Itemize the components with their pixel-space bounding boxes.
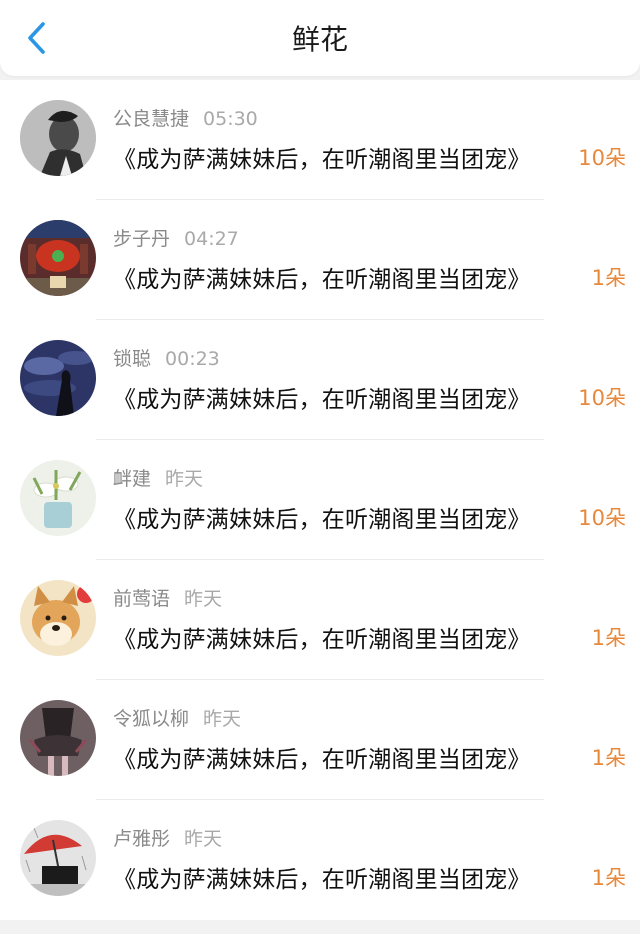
list-item[interactable]: 衅建 昨天 《成为萨满妹妹后，在听潮阁里当团宠》 10朵 xyxy=(0,440,640,560)
sender-meta: 步子丹 04:27 xyxy=(113,224,239,251)
avatar-red-umbrella-icon[interactable] xyxy=(20,820,96,896)
app-screen: 鲜花 公良慧捷 05:30 《成为萨满妹妹后，在听潮阁里当团宠》 10朵 步子丹… xyxy=(0,0,640,934)
sender-meta: 锁聪 00:23 xyxy=(113,344,220,371)
sender-name: 锁聪 xyxy=(113,348,152,370)
send-time: 04:27 xyxy=(184,228,239,250)
avatar-man-portrait-icon[interactable] xyxy=(20,100,96,176)
flower-count: 10朵 xyxy=(578,146,626,170)
flower-record-list: 公良慧捷 05:30 《成为萨满妹妹后，在听潮阁里当团宠》 10朵 步子丹 04… xyxy=(0,80,640,920)
sender-meta: 卢雅彤 昨天 xyxy=(113,824,222,851)
list-item[interactable]: 卢雅彤 昨天 《成为萨满妹妹后，在听潮阁里当团宠》 1朵 xyxy=(0,800,640,920)
list-item[interactable]: 锁聪 00:23 《成为萨满妹妹后，在听潮阁里当团宠》 10朵 xyxy=(0,320,640,440)
list-item[interactable]: 步子丹 04:27 《成为萨满妹妹后，在听潮阁里当团宠》 1朵 xyxy=(0,200,640,320)
flower-count: 10朵 xyxy=(578,506,626,530)
sender-name: 令狐以柳 xyxy=(113,708,190,730)
sender-name: 步子丹 xyxy=(113,228,171,250)
send-time: 昨天 xyxy=(165,468,204,490)
avatar-shiba-dog-icon[interactable] xyxy=(20,580,96,656)
sender-name: 前莺语 xyxy=(113,588,171,610)
send-time: 昨天 xyxy=(203,708,242,730)
top-nav-bar: 鲜花 xyxy=(0,0,640,76)
avatar-dark-figure-icon[interactable] xyxy=(20,700,96,776)
list-item[interactable]: 令狐以柳 昨天 《成为萨满妹妹后，在听潮阁里当团宠》 1朵 xyxy=(0,680,640,800)
list-item[interactable]: 前莺语 昨天 《成为萨满妹妹后，在听潮阁里当团宠》 1朵 xyxy=(0,560,640,680)
book-title: 《成为萨满妹妹后，在听潮阁里当团宠》 xyxy=(113,867,531,893)
book-title: 《成为萨满妹妹后，在听潮阁里当团宠》 xyxy=(113,747,531,773)
book-title: 《成为萨满妹妹后，在听潮阁里当团宠》 xyxy=(113,387,531,413)
send-time: 昨天 xyxy=(184,828,223,850)
send-time: 00:23 xyxy=(165,348,220,370)
sender-name: 卢雅彤 xyxy=(113,828,171,850)
sender-meta: 衅建 昨天 xyxy=(113,464,203,491)
avatar-red-lantern-icon[interactable] xyxy=(20,220,96,296)
sender-meta: 公良慧捷 05:30 xyxy=(113,104,258,131)
flower-count: 1朵 xyxy=(591,746,626,770)
book-title: 《成为萨满妹妹后，在听潮阁里当团宠》 xyxy=(113,507,531,533)
send-time: 05:30 xyxy=(203,108,258,130)
list-item[interactable]: 公良慧捷 05:30 《成为萨满妹妹后，在听潮阁里当团宠》 10朵 xyxy=(0,80,640,200)
sender-name: 衅建 xyxy=(113,468,152,490)
book-title: 《成为萨满妹妹后，在听潮阁里当团宠》 xyxy=(113,147,531,173)
flower-count: 1朵 xyxy=(591,266,626,290)
sender-meta: 前莺语 昨天 xyxy=(113,584,222,611)
book-title: 《成为萨满妹妹后，在听潮阁里当团宠》 xyxy=(113,627,531,653)
page-title: 鲜花 xyxy=(291,23,348,56)
flower-count: 1朵 xyxy=(591,626,626,650)
flower-count: 10朵 xyxy=(578,386,626,410)
sender-meta: 令狐以柳 昨天 xyxy=(113,704,241,731)
flower-count: 1朵 xyxy=(591,866,626,890)
avatar-night-sky-silhouette-icon[interactable] xyxy=(20,340,96,416)
send-time: 昨天 xyxy=(184,588,223,610)
sender-name: 公良慧捷 xyxy=(113,108,190,130)
book-title: 《成为萨满妹妹后，在听潮阁里当团宠》 xyxy=(113,267,531,293)
avatar-white-flowers-icon[interactable] xyxy=(20,460,96,536)
